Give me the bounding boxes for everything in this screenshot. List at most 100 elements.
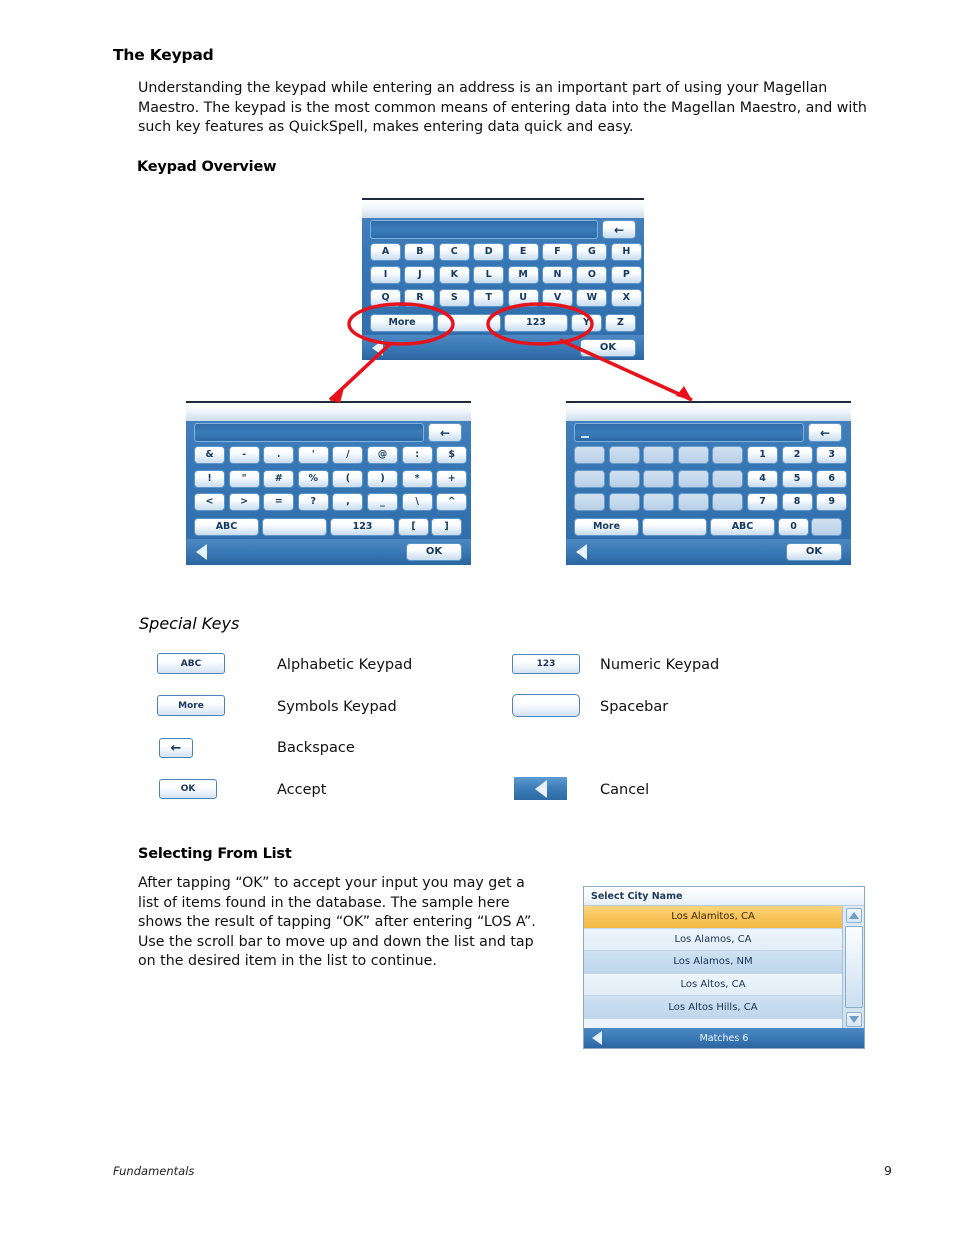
numeric-backspace-key[interactable]: ← <box>808 423 842 442</box>
back-arrow-icon[interactable] <box>592 1031 602 1045</box>
special-key-cancel[interactable] <box>514 777 567 800</box>
symbol-cancel-icon[interactable] <box>196 544 207 560</box>
symbol-key-sym-2-2[interactable]: = <box>263 493 295 511</box>
scroll-down-button[interactable] <box>846 1012 862 1027</box>
alpha-key-R[interactable]: R <box>404 289 436 307</box>
alpha-key-L[interactable]: L <box>473 266 505 284</box>
numeric-key-2[interactable]: 2 <box>781 446 813 464</box>
alpha-key-W[interactable]: W <box>576 289 608 307</box>
city-list-item[interactable]: Los Alamos, NM <box>584 951 842 974</box>
special-key-spacebar[interactable] <box>512 694 580 717</box>
alpha-key-Q[interactable]: Q <box>370 289 401 307</box>
numeric-cancel-icon[interactable] <box>576 544 587 560</box>
special-key-ok[interactable]: OK <box>159 779 217 799</box>
numeric-key-8[interactable]: 8 <box>781 493 813 511</box>
alpha-key-X[interactable]: X <box>610 289 642 307</box>
numeric-key-5[interactable]: 5 <box>781 469 813 488</box>
special-key-abc[interactable]: ABC <box>157 653 225 674</box>
symbol-key-sym-0-1[interactable]: - <box>228 446 260 464</box>
numeric-key-6[interactable]: 6 <box>816 469 848 488</box>
city-list-item[interactable]: Los Altos Hills, CA <box>584 996 842 1019</box>
alpha-text-field[interactable] <box>370 220 598 239</box>
symbol-key-sym-1-0[interactable]: ! <box>194 469 225 488</box>
scroll-thumb[interactable] <box>845 926 863 1008</box>
symbol-ok-button[interactable]: OK <box>406 543 462 561</box>
numeric-more-key[interactable]: More <box>574 518 639 536</box>
city-list-item[interactable]: Los Altos, CA <box>584 973 842 997</box>
symbol-key-sym-1-4[interactable]: ( <box>332 469 364 488</box>
special-key-backspace[interactable]: ← <box>159 738 193 758</box>
symbol-key-sym-1-1[interactable]: " <box>228 469 260 488</box>
symbol-key-lbracket[interactable]: [ <box>398 518 429 536</box>
symbol-key-sym-0-5[interactable]: @ <box>367 446 398 464</box>
alpha-key-H[interactable]: H <box>610 243 642 261</box>
symbol-key-sym-1-6[interactable]: * <box>401 469 433 488</box>
symbol-key-sym-0-2[interactable]: . <box>263 446 295 464</box>
alpha-key-D[interactable]: D <box>473 243 505 261</box>
symbol-numeric-key[interactable]: 123 <box>330 518 395 536</box>
symbol-key-sym-1-5[interactable]: ) <box>367 469 398 488</box>
symbol-key-sym-2-1[interactable]: > <box>228 493 260 511</box>
alpha-cancel-icon[interactable] <box>372 340 383 356</box>
symbol-key-sym-0-6[interactable]: : <box>401 446 433 464</box>
numeric-key-9[interactable]: 9 <box>816 493 848 511</box>
symbol-key-sym-2-4[interactable]: , <box>332 493 364 511</box>
symbol-key-sym-2-7[interactable]: ^ <box>436 493 468 511</box>
alpha-key-P[interactable]: P <box>610 266 642 284</box>
symbol-key-sym-0-4[interactable]: / <box>332 446 364 464</box>
alpha-space-key[interactable] <box>437 314 501 332</box>
numeric-text-field[interactable] <box>574 423 804 442</box>
alpha-key-K[interactable]: K <box>438 266 470 284</box>
alpha-key-E[interactable]: E <box>507 243 539 261</box>
symbol-key-sym-0-3[interactable]: ' <box>297 446 329 464</box>
symbol-key-sym-1-2[interactable]: # <box>263 469 295 488</box>
alpha-key-C[interactable]: C <box>438 243 470 261</box>
symbol-key-sym-1-3[interactable]: % <box>297 469 329 488</box>
alpha-key-G[interactable]: G <box>576 243 608 261</box>
alpha-key-O[interactable]: O <box>576 266 608 284</box>
numeric-abc-key[interactable]: ABC <box>710 518 775 536</box>
symbol-key-rbracket[interactable]: ] <box>431 518 462 536</box>
numeric-ok-button[interactable]: OK <box>786 543 842 561</box>
alpha-key-Z[interactable]: Z <box>605 314 636 332</box>
alpha-numeric-key[interactable]: 123 <box>504 314 568 332</box>
alpha-key-S[interactable]: S <box>438 289 470 307</box>
city-list-item[interactable]: Los Alamos, CA <box>584 928 842 952</box>
symbol-abc-key[interactable]: ABC <box>194 518 259 536</box>
alpha-key-N[interactable]: N <box>542 266 573 284</box>
symbol-key-sym-1-7[interactable]: + <box>436 469 468 488</box>
special-key-123[interactable]: 123 <box>512 654 580 674</box>
city-list-scrollbar[interactable] <box>842 906 864 1030</box>
numeric-key-1[interactable]: 1 <box>747 446 778 464</box>
alpha-more-key[interactable]: More <box>370 314 434 332</box>
alpha-key-V[interactable]: V <box>542 289 573 307</box>
scroll-up-button[interactable] <box>846 908 862 923</box>
alpha-key-J[interactable]: J <box>404 266 436 284</box>
symbol-text-field[interactable] <box>194 423 424 442</box>
alpha-key-U[interactable]: U <box>507 289 539 307</box>
symbol-space-key[interactable] <box>262 518 327 536</box>
alpha-backspace-key[interactable]: ← <box>602 220 636 239</box>
numeric-key-0[interactable]: 0 <box>778 518 809 536</box>
alpha-key-T[interactable]: T <box>473 289 505 307</box>
symbol-backspace-key[interactable]: ← <box>428 423 462 442</box>
numeric-key-7[interactable]: 7 <box>747 493 778 511</box>
alpha-key-F[interactable]: F <box>542 243 573 261</box>
symbol-key-sym-0-7[interactable]: $ <box>436 446 468 464</box>
alpha-key-A[interactable]: A <box>370 243 401 261</box>
alpha-key-Y[interactable]: Y <box>571 314 602 332</box>
city-list-item[interactable]: Los Alamitos, CA <box>584 906 842 929</box>
alpha-key-M[interactable]: M <box>507 266 539 284</box>
numeric-space-key[interactable] <box>642 518 707 536</box>
numeric-key-3[interactable]: 3 <box>816 446 848 464</box>
alpha-ok-button[interactable]: OK <box>580 339 636 357</box>
alpha-key-I[interactable]: I <box>370 266 401 284</box>
symbol-key-sym-0-0[interactable]: & <box>194 446 225 464</box>
symbol-key-sym-2-5[interactable]: _ <box>367 493 398 511</box>
alpha-key-B[interactable]: B <box>404 243 436 261</box>
symbol-key-sym-2-3[interactable]: ? <box>297 493 329 511</box>
numeric-key-4[interactable]: 4 <box>747 469 778 488</box>
symbol-key-sym-2-6[interactable]: \ <box>401 493 433 511</box>
symbol-key-sym-2-0[interactable]: < <box>194 493 225 511</box>
special-key-more[interactable]: More <box>157 695 225 716</box>
